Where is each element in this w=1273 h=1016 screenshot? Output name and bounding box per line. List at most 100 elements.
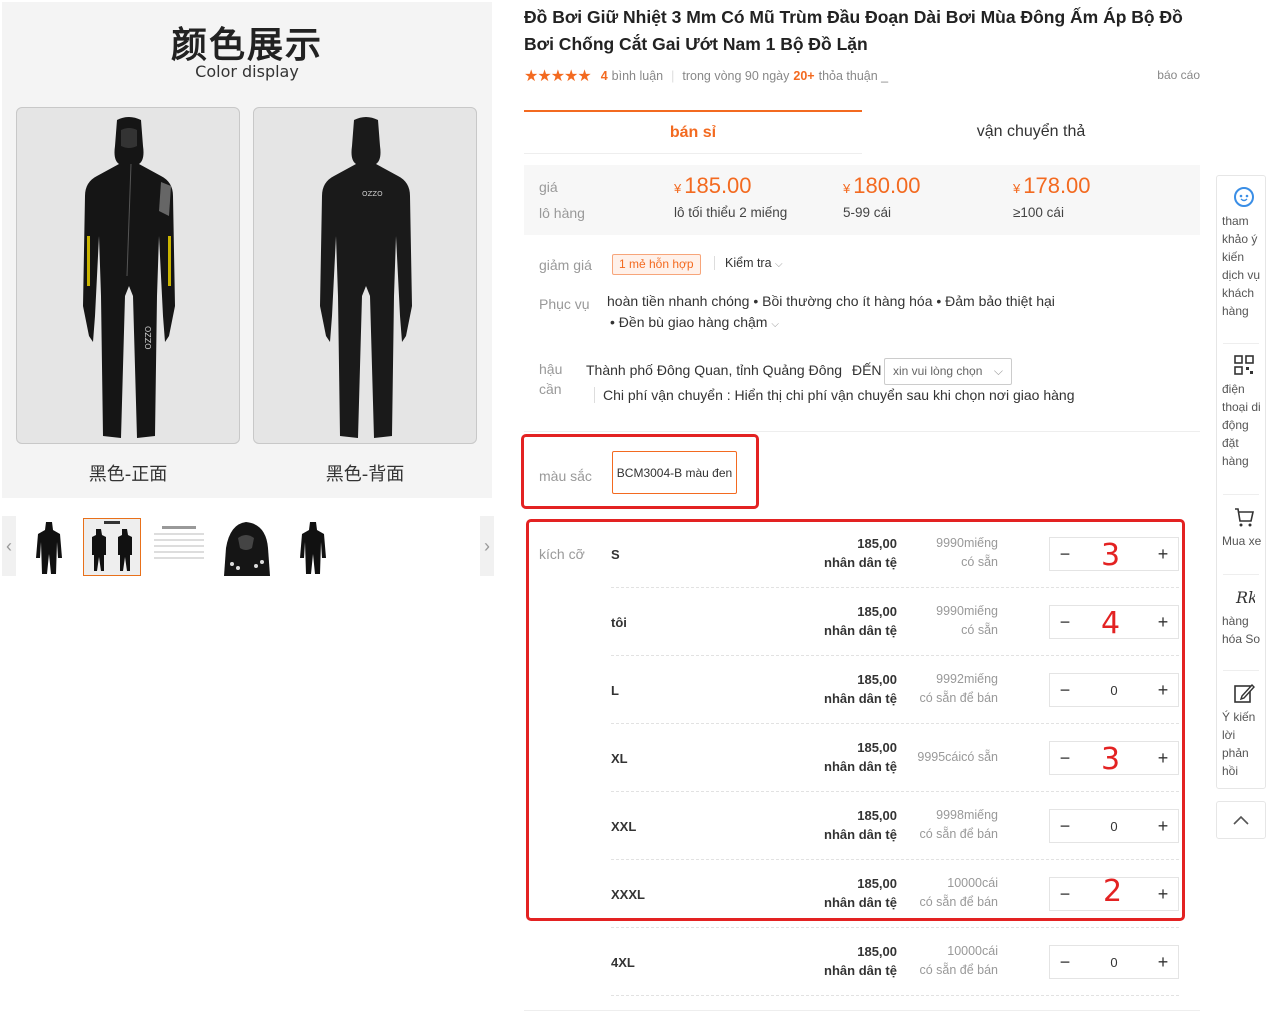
compare-button[interactable]: Rk hàng hóa So [1217, 586, 1265, 648]
chevron-up-icon [1233, 815, 1249, 825]
increment-button[interactable]: + [1148, 810, 1178, 842]
decrement-button[interactable]: − [1050, 878, 1080, 910]
purchase-mode-tabs: bán sỉ vận chuyển thả [524, 110, 1200, 154]
back-view-panel: OZZO [253, 107, 477, 444]
cart-icon [1234, 508, 1254, 527]
price-tier-1: ¥185.00 lô tối thiểu 2 miếng [674, 173, 788, 220]
tab-wholesale[interactable]: bán sỉ [524, 110, 862, 154]
increment-button[interactable]: + [1148, 742, 1178, 774]
size-row-m: tôi 185,00 nhân dân tệ 9990miếng có sẵn − … [611, 588, 1179, 656]
service-label: Phục vụ [539, 296, 590, 312]
customer-service-button[interactable]: tham khảo ý kiến dịch vụ khách hàng [1217, 186, 1265, 320]
shipping-origin: Thành phố Đông Quan, tỉnh Quảng Đông ĐẾN [586, 362, 882, 378]
deal-suffix: thỏa thuận _ [818, 69, 889, 83]
handwritten-quantity: 4 [1101, 606, 1121, 641]
divider [524, 431, 1200, 432]
chevron-down-icon: ⌵ [771, 319, 779, 330]
thumbnail-1[interactable] [20, 518, 78, 576]
increment-button[interactable]: + [1148, 606, 1178, 638]
decrement-button[interactable]: − [1050, 810, 1080, 842]
feedback-button[interactable]: Ý kiến lời phản hồi [1217, 682, 1265, 780]
report-link[interactable]: báo cáo [1157, 68, 1200, 82]
back-to-top-button[interactable] [1216, 801, 1266, 839]
review-label[interactable]: bình luận [612, 69, 663, 83]
decrement-button[interactable]: − [1050, 606, 1080, 638]
quantity-stepper: − 0 + [1049, 673, 1179, 707]
decrement-button[interactable]: − [1050, 674, 1080, 706]
logistics-label-2: cần [539, 381, 562, 397]
size-row-xl: XL 185,00 nhân dân tệ 9995cáicó sẵn − 3 + [611, 724, 1179, 792]
front-caption: 黑色-正面 [88, 464, 168, 485]
banner-subtitle: Color display [195, 62, 299, 81]
increment-button[interactable]: + [1148, 538, 1178, 570]
quantity-input[interactable]: 0 [1080, 819, 1148, 834]
handwritten-quantity: 3 [1101, 538, 1121, 573]
svg-text:Rk: Rk [1235, 588, 1255, 607]
size-row-xxl: XXL 185,00 nhân dân tệ 9998miếng có sẵn để… [611, 792, 1179, 860]
service-guarantees[interactable]: hoàn tiền nhanh chóng • Bồi thường cho í… [607, 291, 1127, 335]
thumb-next-button[interactable]: › [480, 516, 494, 576]
thumb-prev-button[interactable]: ‹ [2, 516, 16, 576]
quantity-input[interactable]: 0 [1080, 683, 1148, 698]
price-tiers: giá lô hàng ¥185.00 lô tối thiểu 2 miếng… [524, 165, 1200, 235]
decrement-button[interactable]: − [1050, 742, 1080, 774]
deal-count: 20+ [793, 69, 815, 83]
size-row-xxxl: XXXL 185,00 nhân dân tệ 10000cái có sẵn để… [611, 860, 1179, 928]
product-title: Đồ Bơi Giữ Nhiệt 3 Mm Có Mũ Trùm Đầu Đoạ… [524, 7, 1183, 54]
banner-title: 颜色展示 [170, 25, 323, 66]
decrement-button[interactable]: − [1050, 538, 1080, 570]
edit-icon [1233, 683, 1255, 703]
chevron-down-icon: ⌵ [775, 259, 783, 270]
decrement-button[interactable]: − [1050, 946, 1080, 978]
rating-row: ★★★★★ 4 bình luận | trong vòng 90 ngày 2… [524, 66, 1200, 86]
compare-icon: Rk [1235, 588, 1255, 607]
back-caption: 黑色-背面 [325, 464, 405, 485]
handwritten-quantity: 3 [1101, 742, 1121, 777]
increment-button[interactable]: + [1148, 878, 1178, 910]
divider [524, 1010, 1200, 1011]
star-rating-icon: ★★★★★ [524, 68, 592, 85]
color-option-black[interactable]: BCM3004-B màu đen [612, 451, 737, 494]
chevron-right-icon: › [484, 535, 490, 556]
destination-select[interactable]: xin vui lòng chọn ⌵ [884, 358, 1012, 385]
color-label: màu sắc [539, 468, 592, 484]
discount-tag[interactable]: 1 mẻ hỗn hợp [612, 254, 701, 275]
thumbnail-3[interactable] [150, 518, 208, 576]
discount-label: giảm giá [539, 257, 592, 273]
batch-label: lô hàng [539, 205, 585, 221]
handwritten-quantity: 2 [1103, 874, 1123, 909]
cart-button[interactable]: Mua xe [1217, 506, 1265, 550]
quantity-stepper: − 4 + [1049, 605, 1179, 641]
thumbnail-4[interactable] [216, 518, 274, 576]
shipping-cost-note: Chi phí vận chuyển : Hiển thị chi phí vậ… [594, 387, 1074, 403]
quantity-stepper: − 0 + [1049, 945, 1179, 979]
chat-bubble-icon [1233, 187, 1254, 207]
qr-code-icon [1233, 355, 1254, 375]
tab-dropship[interactable]: vận chuyển thả [862, 110, 1200, 154]
increment-button[interactable]: + [1148, 674, 1178, 706]
chevron-left-icon: ‹ [6, 535, 12, 556]
thumbnail-strip: ‹ › [2, 516, 496, 578]
thumbnail-5[interactable] [284, 518, 342, 576]
size-row-s: S 185,00 nhân dân tệ 9990miếng có sẵn − 3 … [611, 520, 1179, 588]
increment-button[interactable]: + [1148, 946, 1178, 978]
logistics-label-1: hậu [539, 361, 563, 377]
quantity-stepper: − 0 + [1049, 809, 1179, 843]
deal-prefix: trong vòng 90 ngày [682, 69, 790, 83]
mobile-order-button[interactable]: điện thoại di động đặt hàng [1217, 354, 1265, 470]
wetsuit-front-image: OZZO [83, 117, 175, 438]
separator: | [671, 69, 675, 83]
logo-text-back: OZZO [362, 190, 383, 198]
price-tier-3: ¥178.00 ≥100 cái [1013, 173, 1091, 220]
quantity-input[interactable]: 0 [1080, 955, 1148, 970]
chevron-down-icon: ⌵ [993, 364, 1003, 378]
review-count[interactable]: 4 [601, 69, 608, 83]
side-toolbar: tham khảo ý kiến dịch vụ khách hàng điện… [1216, 175, 1266, 789]
thumbnail-2[interactable] [83, 518, 141, 576]
size-row-4xl: 4XL 185,00 nhân dân tệ 10000cái có sẵn để … [611, 928, 1179, 996]
quantity-stepper: − 3 + [1049, 741, 1179, 777]
price-tier-2: ¥180.00 5-99 cái [843, 173, 921, 220]
discount-check-link[interactable]: Kiểm tra ⌵ [714, 256, 783, 270]
price-label: giá [539, 179, 558, 195]
front-view-panel: OZZO [16, 107, 240, 444]
